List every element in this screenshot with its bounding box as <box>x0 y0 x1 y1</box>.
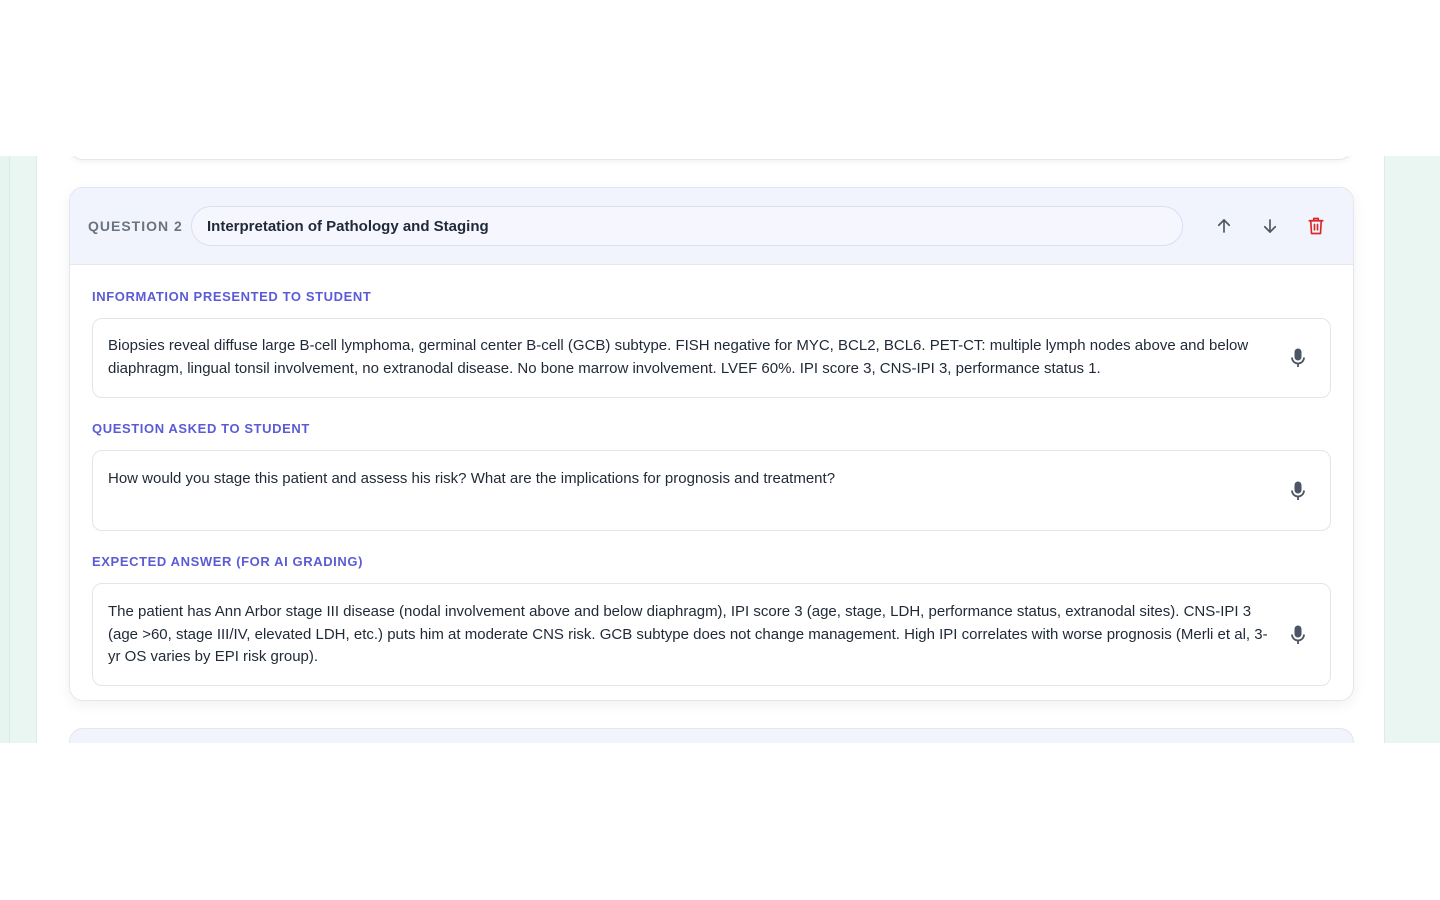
next-question-card <box>69 728 1354 743</box>
delete-question-button[interactable] <box>1297 207 1335 245</box>
expected-answer-text: The patient has Ann Arbor stage III dise… <box>108 603 1268 665</box>
move-down-button[interactable] <box>1251 207 1289 245</box>
question-title-input[interactable] <box>191 206 1183 246</box>
expected-answer-label: EXPECTED ANSWER (FOR AI GRADING) <box>92 554 364 569</box>
expected-answer-field[interactable]: The patient has Ann Arbor stage III dise… <box>92 583 1331 686</box>
information-field[interactable]: Biopsies reveal diffuse large B-cell lym… <box>92 318 1331 398</box>
question-actions <box>1197 207 1335 245</box>
question-asked-dictate-button[interactable] <box>1288 480 1308 502</box>
question-body: INFORMATION PRESENTED TO STUDENT Biopsie… <box>70 289 1353 686</box>
previous-question-card <box>69 156 1353 160</box>
question-header: QUESTION 2 <box>70 188 1353 265</box>
microphone-icon <box>1291 348 1305 367</box>
information-text: Biopsies reveal diffuse large B-cell lym… <box>108 337 1249 377</box>
arrow-up-icon <box>1217 219 1231 233</box>
trash-icon <box>1308 217 1324 235</box>
arrow-down-icon <box>1263 219 1277 233</box>
question-asked-label: QUESTION ASKED TO STUDENT <box>92 421 310 436</box>
question-asked-field[interactable]: How would you stage this patient and ass… <box>92 450 1331 531</box>
move-up-button[interactable] <box>1205 207 1243 245</box>
microphone-icon <box>1291 625 1305 644</box>
question-number-label: QUESTION 2 <box>88 218 183 234</box>
editor-panel: QUESTION 2 Interpretation of Pathology a… <box>36 156 1385 743</box>
expected-answer-dictate-button[interactable] <box>1288 624 1308 646</box>
scroll-viewport: QUESTION 2 Interpretation of Pathology a… <box>0 156 1440 743</box>
question-card: QUESTION 2 Interpretation of Pathology a… <box>69 187 1354 701</box>
question-asked-text: How would you stage this patient and ass… <box>108 470 836 487</box>
information-dictate-button[interactable] <box>1288 347 1308 369</box>
information-label: INFORMATION PRESENTED TO STUDENT <box>92 289 372 304</box>
left-edge <box>0 156 10 743</box>
microphone-icon <box>1291 481 1305 500</box>
